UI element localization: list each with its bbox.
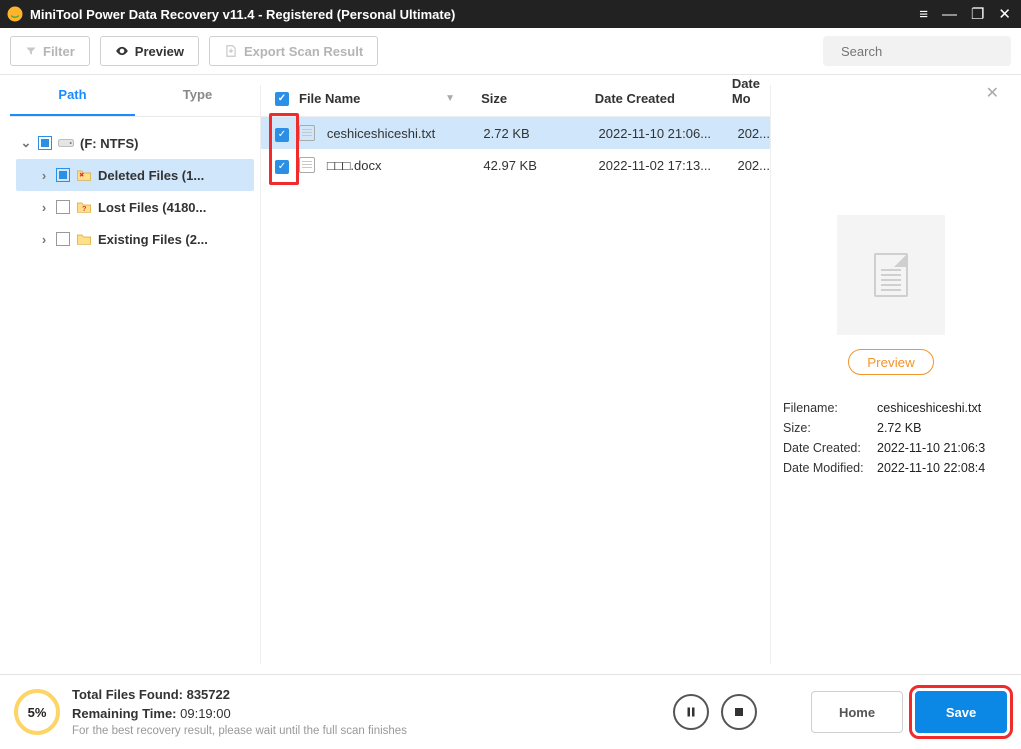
- stop-icon: [733, 706, 745, 718]
- footer: 5% Total Files Found: 835722 Remaining T…: [0, 674, 1021, 749]
- file-modified: 202...: [737, 126, 770, 141]
- checkbox-tristate[interactable]: [56, 168, 70, 182]
- scan-info: Total Files Found: 835722 Remaining Time…: [72, 687, 661, 737]
- file-size: 2.72 KB: [483, 126, 598, 141]
- file-name: □□□.docx: [327, 158, 382, 173]
- preview-file-button[interactable]: Preview: [848, 349, 933, 375]
- tree-deleted-label: Deleted Files (1...: [98, 168, 204, 183]
- eye-icon: [115, 44, 129, 58]
- scan-hint: For the best recovery result, please wai…: [72, 725, 661, 737]
- file-row[interactable]: ✓ □□□.docx 42.97 KB 2022-11-02 17:13... …: [261, 149, 770, 181]
- save-button[interactable]: Save: [915, 691, 1007, 733]
- svg-text:?: ?: [82, 204, 87, 213]
- file-list-header: ✓ File Name▼ Size Date Created Date Mo: [261, 75, 770, 117]
- preview-thumbnail: [837, 215, 945, 335]
- found-label: Total Files Found:: [72, 687, 187, 702]
- meta-key: Filename:: [783, 401, 877, 415]
- remaining-label: Remaining Time:: [72, 706, 180, 721]
- meta-value: 2022-11-10 21:06:3: [877, 441, 999, 455]
- pause-icon: [685, 706, 697, 718]
- checkbox-empty[interactable]: [56, 232, 70, 246]
- chevron-right-icon[interactable]: ›: [38, 232, 50, 247]
- tree-tabs: Path Type: [10, 75, 260, 117]
- app-logo-icon: [6, 5, 24, 23]
- filter-label: Filter: [43, 44, 75, 59]
- found-count: 835722: [187, 687, 230, 702]
- preview-panel: ✕ Preview Filename:ceshiceshiceshi.txt S…: [771, 75, 1011, 674]
- close-icon[interactable]: ✕: [986, 83, 999, 103]
- file-icon: [299, 125, 315, 141]
- tree: ⌄ (F: NTFS) › Deleted Files (1... › ? Lo…: [10, 117, 260, 674]
- drive-icon: [58, 135, 74, 151]
- search-box[interactable]: [823, 36, 1011, 66]
- col-modified[interactable]: Date Mo: [732, 76, 770, 106]
- home-button[interactable]: Home: [811, 691, 903, 733]
- tree-item-deleted[interactable]: › Deleted Files (1...: [16, 159, 254, 191]
- checkbox-empty[interactable]: [56, 200, 70, 214]
- file-size: 42.97 KB: [483, 158, 598, 173]
- meta-key: Size:: [783, 421, 877, 435]
- checkbox-all[interactable]: ✓: [275, 92, 289, 106]
- tree-panel: Path Type ⌄ (F: NTFS) › Deleted Files (1…: [10, 75, 260, 674]
- meta-key: Date Created:: [783, 441, 877, 455]
- meta-value: 2022-11-10 22:08:4: [877, 461, 999, 475]
- deleted-folder-icon: [76, 167, 92, 183]
- preview-label: Preview: [135, 44, 184, 59]
- tab-path[interactable]: Path: [10, 75, 135, 116]
- file-list-panel: ✓ File Name▼ Size Date Created Date Mo ✓…: [261, 75, 770, 674]
- close-icon[interactable]: ✕: [998, 7, 1011, 22]
- window-title: MiniTool Power Data Recovery v11.4 - Reg…: [30, 7, 919, 22]
- export-icon: [224, 44, 238, 58]
- toolbar: Filter Preview Export Scan Result: [0, 28, 1021, 75]
- restore-icon[interactable]: ❐: [971, 7, 984, 22]
- export-button[interactable]: Export Scan Result: [209, 36, 378, 66]
- filter-button[interactable]: Filter: [10, 36, 90, 66]
- meta-value: 2.72 KB: [877, 421, 999, 435]
- file-created: 2022-11-10 21:06...: [599, 126, 738, 141]
- sort-desc-icon: ▼: [445, 93, 455, 104]
- preview-button[interactable]: Preview: [100, 36, 199, 66]
- folder-icon: [76, 231, 92, 247]
- search-input[interactable]: [841, 44, 1017, 59]
- file-list-body: ✓ ceshiceshiceshi.txt 2.72 KB 2022-11-10…: [261, 117, 770, 674]
- meta-key: Date Modified:: [783, 461, 877, 475]
- menu-icon[interactable]: ≡: [919, 7, 928, 22]
- remaining-value: 09:19:00: [180, 706, 231, 721]
- checkbox-tristate[interactable]: [38, 136, 52, 150]
- file-created: 2022-11-02 17:13...: [599, 158, 738, 173]
- file-modified: 202...: [737, 158, 770, 173]
- tab-type[interactable]: Type: [135, 75, 260, 116]
- export-label: Export Scan Result: [244, 44, 363, 59]
- chevron-right-icon[interactable]: ›: [38, 168, 50, 183]
- preview-meta: Filename:ceshiceshiceshi.txt Size:2.72 K…: [783, 401, 999, 481]
- tree-item-lost[interactable]: › ? Lost Files (4180...: [16, 191, 254, 223]
- minimize-icon[interactable]: —: [942, 7, 957, 22]
- stop-button[interactable]: [721, 694, 757, 730]
- tree-lost-label: Lost Files (4180...: [98, 200, 206, 215]
- file-icon: [299, 157, 315, 173]
- filter-icon: [25, 45, 37, 57]
- chevron-right-icon[interactable]: ›: [38, 200, 50, 215]
- row-checkbox[interactable]: ✓: [275, 160, 289, 174]
- row-checkbox[interactable]: ✓: [275, 128, 289, 142]
- file-row[interactable]: ✓ ceshiceshiceshi.txt 2.72 KB 2022-11-10…: [261, 117, 770, 149]
- progress-ring: 5%: [14, 689, 60, 735]
- lost-folder-icon: ?: [76, 199, 92, 215]
- file-name: ceshiceshiceshi.txt: [327, 126, 435, 141]
- tree-item-existing[interactable]: › Existing Files (2...: [16, 223, 254, 255]
- progress-value: 5%: [28, 705, 47, 720]
- col-created[interactable]: Date Created: [595, 91, 732, 106]
- title-bar: MiniTool Power Data Recovery v11.4 - Reg…: [0, 0, 1021, 28]
- document-icon: [874, 253, 908, 297]
- tree-existing-label: Existing Files (2...: [98, 232, 208, 247]
- col-name[interactable]: File Name▼: [299, 91, 481, 106]
- meta-value: ceshiceshiceshi.txt: [877, 401, 999, 415]
- chevron-down-icon[interactable]: ⌄: [20, 135, 32, 151]
- pause-button[interactable]: [673, 694, 709, 730]
- tree-drive-label: (F: NTFS): [80, 136, 138, 151]
- col-size[interactable]: Size: [481, 91, 595, 106]
- tree-drive[interactable]: ⌄ (F: NTFS): [16, 127, 254, 159]
